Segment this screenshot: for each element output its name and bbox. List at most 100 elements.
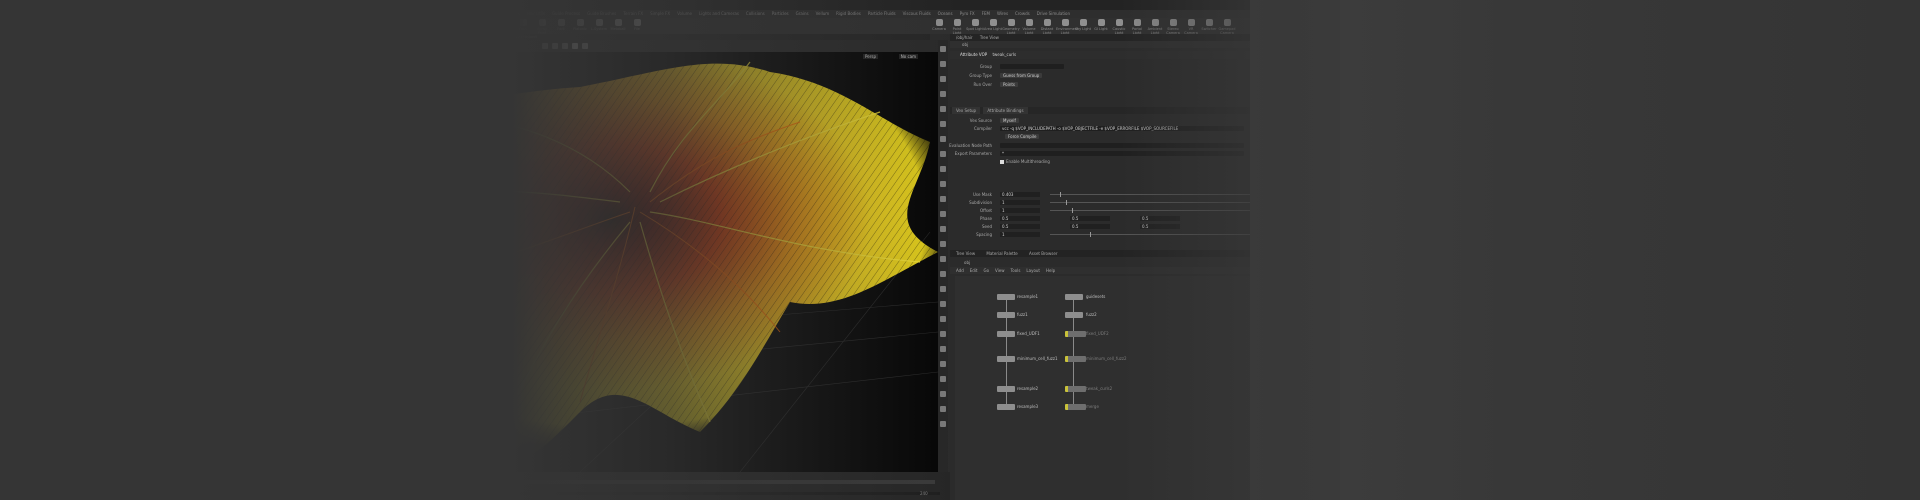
shelf-tool[interactable]: Null (419, 19, 437, 31)
compiler-field[interactable]: vcc -q $VOP_INCLUDEPATH -o $VOP_OBJECTFI… (1000, 126, 1244, 131)
light-tool[interactable]: Caustic Light (1110, 19, 1128, 35)
shelf-tool[interactable]: Curve (476, 19, 494, 31)
light-tool[interactable]: Area Light (984, 19, 1002, 31)
shelf-tab[interactable]: Characters (468, 11, 490, 16)
shelf-tool[interactable]: File (628, 19, 646, 31)
light-tool[interactable]: Stereo Camera (1164, 19, 1182, 35)
shelf-tab[interactable]: Guide Brushes (587, 11, 616, 16)
slider-handle[interactable] (1066, 200, 1067, 205)
shelf-tool[interactable]: Line (438, 19, 456, 31)
slider-value-z[interactable]: 0.5 (1140, 216, 1180, 221)
shelf-tab[interactable]: Vellum (816, 11, 830, 16)
light-tool[interactable]: VR Camera (1182, 19, 1200, 35)
slider-handle[interactable] (1060, 192, 1061, 197)
light-tool[interactable]: Volume Light (1020, 19, 1038, 35)
shelf-tab[interactable]: Grains (796, 11, 809, 16)
shelf-tool[interactable]: Tube (362, 19, 380, 31)
shelf-tool[interactable]: Circle (457, 19, 475, 31)
viewport-tool-icon[interactable] (940, 391, 946, 397)
shelf-tab[interactable]: Oceans (938, 11, 953, 16)
viewer-tab[interactable]: Render View (389, 35, 411, 39)
slider-value-y[interactable]: 0.5 (1070, 224, 1110, 229)
desktop-selector[interactable]: Build (455, 1, 476, 9)
slider-value[interactable]: 0.5 (1000, 224, 1040, 229)
shelf-tab[interactable]: Model (361, 11, 373, 16)
timeline-slider[interactable] (375, 480, 935, 484)
shelf-tool[interactable]: Sphere (343, 19, 361, 31)
shelf-tab[interactable]: Terrain FX (623, 11, 643, 16)
shelf-tab[interactable]: Deform (402, 11, 417, 16)
slider-value-y[interactable]: 0.5 (1070, 216, 1110, 221)
light-tool[interactable]: Distant Light (1038, 19, 1056, 35)
run-over-menu[interactable]: Points (1000, 82, 1019, 87)
tab-attribute-bindings[interactable]: Attribute Bindings (983, 107, 1028, 114)
tab-tree-view[interactable]: Tree View (980, 35, 999, 40)
slider-track[interactable] (1050, 232, 1250, 237)
network-node[interactable] (997, 386, 1015, 392)
shelf-tab[interactable]: Drive Simulation (1037, 11, 1070, 16)
menu-render[interactable]: Render (359, 2, 377, 8)
shelf-tab[interactable]: Modify (340, 11, 353, 16)
network-node[interactable] (997, 404, 1015, 410)
light-tool[interactable]: Sky Light (1074, 19, 1092, 31)
param-path[interactable]: obj (962, 42, 968, 47)
slider-track[interactable] (1050, 192, 1250, 197)
menu-assets[interactable]: Assets (385, 2, 401, 8)
force-compile-button[interactable]: Force Compile (1005, 134, 1040, 139)
shelf-tab[interactable]: Viscous Fluids (903, 11, 931, 16)
viewport-tool-icon[interactable] (940, 76, 946, 82)
viewport-tool-icon[interactable] (940, 286, 946, 292)
viewport-tool-icon[interactable] (940, 301, 946, 307)
shelf-tool[interactable]: Box (324, 19, 342, 31)
shelf-tab[interactable]: Collisions (746, 11, 765, 16)
network-node[interactable] (997, 356, 1015, 362)
shelf-tool[interactable]: Font (552, 19, 570, 31)
slider-track[interactable] (1050, 208, 1250, 213)
network-node[interactable] (1065, 331, 1086, 337)
network-path[interactable]: obj (964, 260, 970, 265)
viewport-tool-icon[interactable] (940, 376, 946, 382)
group-field[interactable] (1000, 64, 1064, 69)
network-menu-item[interactable]: Layout (1026, 268, 1040, 273)
menu-help[interactable]: Help (438, 2, 449, 8)
slider-value[interactable]: 1 (1000, 232, 1040, 237)
node-name[interactable]: tweak_curls (992, 52, 1016, 57)
frame-range-bar[interactable] (340, 492, 940, 495)
scene-viewport[interactable]: Persp No cam (320, 52, 938, 472)
viewport-tool-icon[interactable] (940, 346, 946, 352)
network-node[interactable] (1065, 404, 1086, 410)
viewer-tab[interactable]: Animation Editor (350, 35, 379, 39)
menu-windows[interactable]: Windows (409, 2, 431, 8)
viewport-tool-icon[interactable] (940, 241, 946, 247)
viewport-tool-icon[interactable] (940, 361, 946, 367)
shelf-tab[interactable]: Guide Process (552, 11, 580, 16)
viewport-tool-icon[interactable] (940, 271, 946, 277)
slider-handle[interactable] (1090, 232, 1091, 237)
slider-value[interactable]: 1 (1000, 200, 1040, 205)
viewer-tab[interactable]: Composite View (421, 35, 449, 39)
slider-track[interactable] (1050, 200, 1250, 205)
viewer-tab[interactable]: Scene View (320, 35, 340, 39)
viewport-tool-icon[interactable] (940, 61, 946, 67)
snap-tool-icon[interactable] (582, 43, 588, 49)
rotate-tool-icon[interactable] (562, 43, 568, 49)
network-node[interactable] (997, 294, 1015, 300)
network-node[interactable] (997, 312, 1015, 318)
viewport-tool-icon[interactable] (940, 316, 946, 322)
shelf-tab[interactable]: Crowds (1015, 11, 1030, 16)
viewport-tool-icon[interactable] (940, 46, 946, 52)
shelf-tab[interactable]: Simple FX (650, 11, 670, 16)
shelf-tab[interactable]: FEM (982, 11, 990, 16)
slider-value[interactable]: 0.403 (1000, 192, 1040, 197)
tab-vex-setup[interactable]: Vex Setup (952, 107, 981, 114)
light-tool[interactable]: Spot Light (966, 19, 984, 31)
viewer-tab[interactable]: Geometry Spreadsheet (496, 35, 537, 39)
network-menu-item[interactable]: Help (1046, 268, 1055, 273)
viewport-tool-icon[interactable] (940, 196, 946, 202)
network-node[interactable] (1065, 294, 1083, 300)
viewport-tool-icon[interactable] (940, 211, 946, 217)
network-node[interactable] (1065, 386, 1086, 392)
light-tool[interactable]: Environment Light (1056, 19, 1078, 35)
network-node[interactable] (997, 331, 1015, 337)
slider-value-z[interactable]: 0.5 (1140, 224, 1180, 229)
